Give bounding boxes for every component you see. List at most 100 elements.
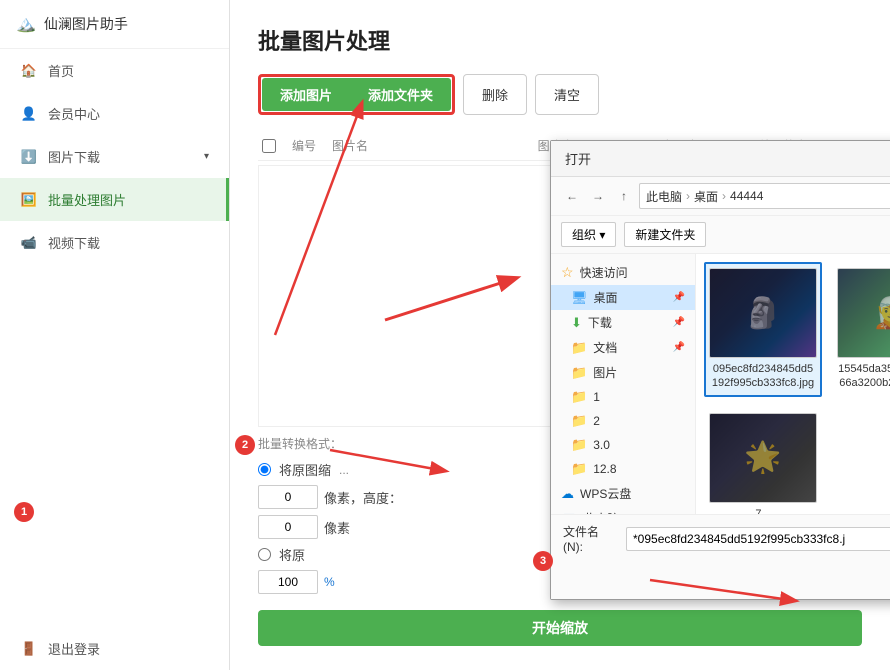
scale-radio-1-label: 将原图缩	[279, 460, 331, 479]
filename-label: 文件名(N):	[563, 523, 618, 554]
home-icon: 🏠	[20, 62, 38, 80]
height-suffix: 像素	[324, 518, 350, 537]
documents-label: 文档	[593, 339, 617, 356]
file-item-3[interactable]: 🌟 7...	[704, 407, 822, 514]
tree-item-folder1[interactable]: 📁 1	[551, 385, 695, 409]
start-button[interactable]: 开始缩放	[258, 610, 862, 646]
page-title: 批量图片处理	[258, 24, 862, 56]
delete-button[interactable]: 删除	[463, 74, 527, 115]
dialog-sidebar: ☆ 快速访问 🖥 桌面 📌 ⬇ 下载 📌 📁 文档 📌	[551, 254, 696, 514]
folder-icon-pics: 📁	[571, 365, 587, 381]
download-icon: ⬇️	[20, 148, 38, 166]
dialog-files: 🗿 095ec8fd234845dd5192f995cb333fc8.jpg 🧝…	[696, 254, 890, 514]
scale-radio-1[interactable]	[258, 463, 271, 476]
pin-icon-2: 📌	[673, 317, 685, 328]
breadcrumb-pc: 此电脑	[646, 188, 682, 205]
tree-item-folder2[interactable]: 📁 2	[551, 409, 695, 433]
back-button[interactable]: ←	[561, 185, 583, 207]
thumb-img-3: 🌟	[709, 413, 817, 503]
file-item-0[interactable]: 🗿 095ec8fd234845dd5192f995cb333fc8.jpg	[704, 262, 822, 397]
badge-1: 1	[14, 502, 34, 522]
person-icon: 👤	[20, 105, 38, 123]
folder-icon-1: 📁	[571, 389, 587, 405]
width-input[interactable]	[258, 485, 318, 509]
new-folder-button[interactable]: 新建文件夹	[624, 222, 706, 247]
sidebar-item-logout[interactable]: 🚪 退出登录	[0, 627, 229, 670]
this-pc-label: 此电脑	[583, 510, 619, 514]
tree-item-downloads[interactable]: ⬇ 下载 📌	[551, 310, 695, 335]
tree-item-folder4[interactable]: 📁 12.8	[551, 457, 695, 481]
sidebar-item-batch-process[interactable]: 🖼️ 批量处理图片	[0, 178, 229, 221]
tree-item-pictures[interactable]: 📁 图片	[551, 360, 695, 385]
breadcrumb-sep-2: ›	[722, 189, 726, 203]
add-image-button[interactable]: 添加图片	[262, 78, 350, 111]
sidebar: 🏔️ 仙澜图片助手 🏠 首页 👤 会员中心 ⬇️ 图片下载 ▾ 🖼️ 批量处理图…	[0, 0, 230, 670]
ratio-radio-label: 将原	[279, 545, 305, 564]
sidebar-item-img-download[interactable]: ⬇️ 图片下载 ▾	[0, 135, 229, 178]
video-icon: 📹	[20, 234, 38, 252]
breadcrumb-folder: 44444	[730, 189, 763, 203]
downloads-label: 下载	[588, 314, 612, 331]
pictures-label: 图片	[593, 364, 617, 381]
scale-radio-2[interactable]	[258, 548, 271, 561]
app-title: 🏔️ 仙澜图片助手	[0, 0, 229, 49]
wps-label: WPS云盘	[580, 485, 631, 502]
dialog-footer: 文件名(N): All Files (*.*) 3 取消 打开(O)	[551, 514, 890, 599]
chevron-down-icon: ▾	[204, 151, 209, 162]
folder2-label: 2	[593, 414, 600, 428]
organize-button[interactable]: 组织 ▾	[561, 222, 616, 247]
percent-label: %	[324, 575, 335, 589]
download-icon-2: ⬇	[571, 315, 582, 331]
tree-item-folder3[interactable]: 📁 3.0	[551, 433, 695, 457]
width-suffix: 像素，高度：	[324, 488, 402, 507]
dialog-title: 打开	[551, 141, 890, 177]
tree-item-quick-access[interactable]: ☆ 快速访问	[551, 260, 695, 285]
filename-input[interactable]	[626, 527, 890, 551]
file-item-1[interactable]: 🧝 15545da35fdca57c4966a3200b22b478.jpg	[832, 262, 890, 397]
sidebar-item-home[interactable]: 🏠 首页	[0, 49, 229, 92]
folder-icon-2: 📁	[571, 413, 587, 429]
folder-icon-docs: 📁	[571, 340, 587, 356]
tree-item-documents[interactable]: 📁 文档 📌	[551, 335, 695, 360]
thumb-img-0: 🗿	[709, 268, 817, 358]
footer-actions: 3 取消 打开(O)	[563, 560, 890, 591]
select-all-checkbox[interactable]	[262, 139, 276, 153]
tree-item-this-pc[interactable]: 💻 此电脑	[551, 506, 695, 514]
file-dialog: 打开 ← → ↑ 此电脑 › 桌面 › 44444 ▾ ⟳ 组织 ▾ 新建文件夹…	[550, 140, 890, 600]
pin-icon-3: 📌	[673, 342, 685, 353]
badge-3: 3	[533, 551, 553, 571]
dialog-actions: 组织 ▾ 新建文件夹 ▦	[551, 216, 890, 254]
pin-icon-1: 📌	[673, 292, 685, 303]
sidebar-item-video-download[interactable]: 📹 视频下载	[0, 221, 229, 264]
badge-2: 2	[235, 435, 255, 455]
desktop-icon: 🖥	[571, 290, 588, 306]
thumb-img-1: 🧝	[837, 268, 890, 358]
sidebar-item-member[interactable]: 👤 会员中心	[0, 92, 229, 135]
breadcrumb: 此电脑 › 桌面 › 44444 ▾	[639, 183, 890, 209]
main-content: 批量图片处理 添加图片 添加文件夹 删除 清空 编号 图片名 图片大小 图片尺寸…	[230, 0, 890, 670]
toolbar: 添加图片 添加文件夹 删除 清空	[258, 74, 862, 115]
breadcrumb-sep-1: ›	[686, 189, 690, 203]
clear-button[interactable]: 清空	[535, 74, 599, 115]
folder4-label: 12.8	[593, 462, 616, 476]
tree-item-wps[interactable]: ☁ WPS云盘	[551, 481, 695, 506]
image-icon: 🖼️	[20, 191, 38, 209]
thumb-label-1: 15545da35fdca57c4966a3200b22b478.jpg	[838, 362, 890, 391]
dialog-nav: ← → ↑ 此电脑 › 桌面 › 44444 ▾ ⟳	[551, 177, 890, 216]
quick-access-label: 快速访问	[580, 264, 628, 281]
computer-icon: 💻	[561, 511, 577, 515]
ratio-input[interactable]	[258, 570, 318, 594]
breadcrumb-desktop: 桌面	[694, 188, 718, 205]
tree-item-desktop[interactable]: 🖥 桌面 📌	[551, 285, 695, 310]
thumb-label-3: 7...	[755, 507, 770, 514]
folder3-label: 3.0	[593, 438, 610, 452]
height-input[interactable]	[258, 515, 318, 539]
star-icon: ☆	[561, 264, 574, 281]
add-folder-button[interactable]: 添加文件夹	[350, 78, 451, 111]
forward-button[interactable]: →	[587, 185, 609, 207]
dialog-body: ☆ 快速访问 🖥 桌面 📌 ⬇ 下载 📌 📁 文档 📌	[551, 254, 890, 514]
col-number: 编号	[284, 135, 324, 156]
scale-suffix: ...	[339, 463, 349, 477]
up-button[interactable]: ↑	[613, 185, 635, 207]
folder1-label: 1	[593, 390, 600, 404]
